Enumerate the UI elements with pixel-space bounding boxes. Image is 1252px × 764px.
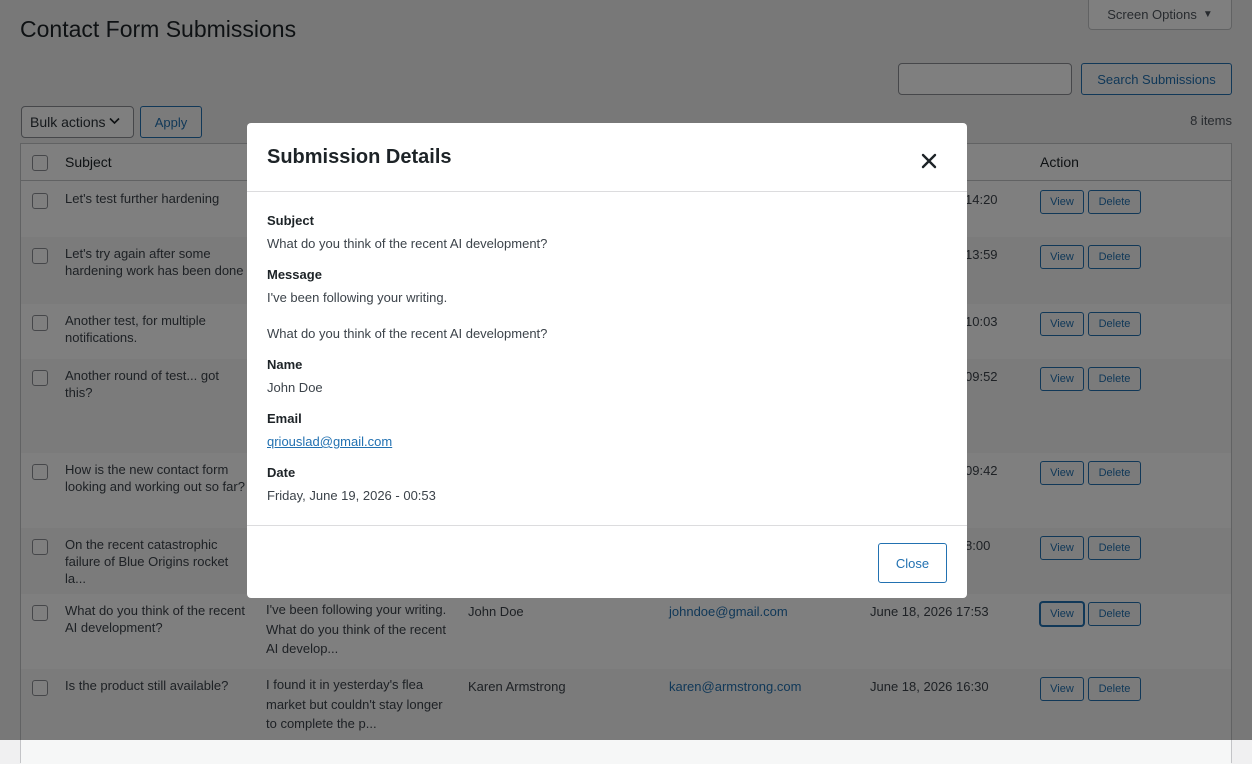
- modal-footer: Close: [247, 525, 967, 598]
- close-button[interactable]: Close: [878, 543, 947, 583]
- date-label: Date: [267, 465, 296, 480]
- date-value: Friday, June 19, 2026 - 00:53: [267, 488, 436, 503]
- message-value-line-1: I've been following your writing.: [267, 290, 448, 305]
- modal-title: Submission Details: [267, 146, 452, 168]
- message-label: Message: [267, 267, 322, 282]
- subject-label: Subject: [267, 213, 314, 228]
- name-label: Name: [267, 357, 303, 372]
- subject-value: What do you think of the recent AI devel…: [267, 236, 548, 251]
- message-value-line-2: What do you think of the recent AI devel…: [267, 326, 548, 341]
- submission-details-modal: Submission Details Subject What do you t…: [247, 123, 967, 598]
- email-label: Email: [267, 411, 302, 426]
- email-link[interactable]: qriouslad@gmail.com: [267, 434, 392, 449]
- modal-header: Submission Details: [247, 123, 967, 192]
- name-value: John Doe: [267, 380, 323, 395]
- close-icon[interactable]: [911, 143, 947, 179]
